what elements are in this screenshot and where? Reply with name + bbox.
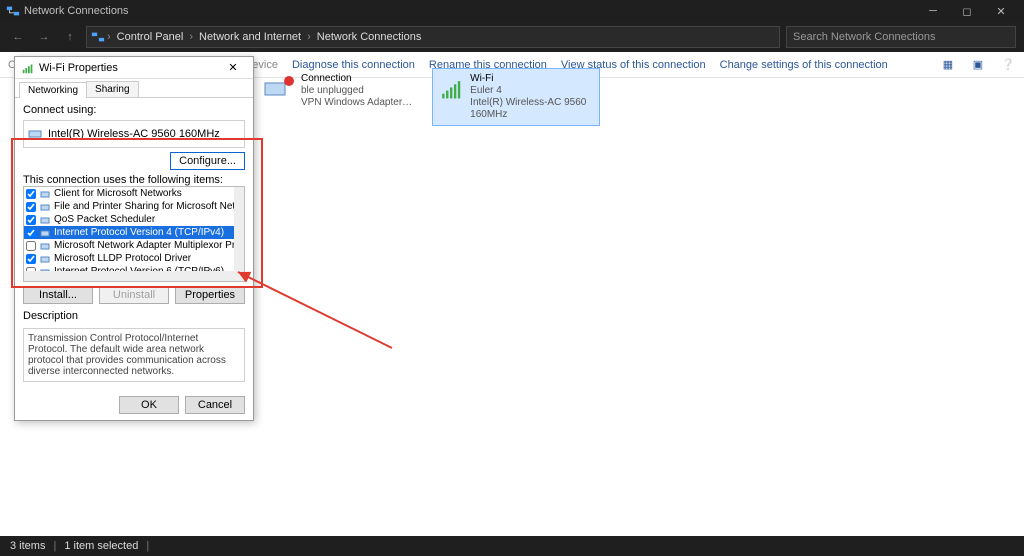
maximize-button[interactable]: ◻ (950, 0, 984, 22)
network-icon (91, 30, 105, 44)
component-label: Internet Protocol Version 4 (TCP/IPv4) (54, 226, 224, 239)
status-bar: 3 items | 1 item selected | (0, 536, 1024, 556)
ok-button[interactable]: OK (119, 396, 179, 414)
window-title: Network Connections (24, 5, 129, 17)
component-item[interactable]: Client for Microsoft Networks (24, 187, 234, 200)
properties-button[interactable]: Properties (175, 286, 245, 304)
component-item[interactable]: File and Printer Sharing for Microsoft N… (24, 200, 234, 213)
component-checkbox[interactable] (26, 254, 36, 264)
change-settings-link[interactable]: Change settings of this connection (720, 59, 888, 71)
tile-adapter: Intel(R) Wireless-AC 9560 160MHz (470, 97, 593, 121)
horizontal-scrollbar[interactable] (24, 271, 244, 281)
tile-adapter: VPN Windows Adapter… (301, 97, 412, 109)
dialog-close-button[interactable]: ✕ (219, 59, 247, 77)
connection-tile-vpn[interactable]: Connection ble unplugged VPN Windows Ada… (256, 68, 424, 126)
component-checkbox[interactable] (26, 202, 36, 212)
status-items-count: 3 items (10, 540, 45, 552)
component-icon (40, 228, 50, 238)
vertical-scrollbar[interactable] (234, 187, 244, 271)
address-bar-row: ← → ↑ › Control Panel › Network and Inte… (0, 22, 1024, 52)
component-item[interactable]: Microsoft Network Adapter Multiplexor Pr… (24, 239, 234, 252)
description-label: Description (23, 310, 245, 322)
preview-pane-icon[interactable]: ▣ (970, 57, 986, 73)
tile-title: Wi-Fi (470, 73, 593, 85)
view-options-icon[interactable]: ▦ (940, 57, 956, 73)
component-label: File and Printer Sharing for Microsoft N… (54, 200, 245, 213)
component-icon (40, 202, 50, 212)
dialog-title: Wi-Fi Properties (39, 62, 118, 74)
tile-status: Euler 4 (470, 85, 593, 97)
tile-title: Connection (301, 73, 412, 85)
uninstall-button: Uninstall (99, 286, 169, 304)
component-label: Microsoft Network Adapter Multiplexor Pr… (54, 239, 245, 252)
breadcrumb[interactable]: › Control Panel › Network and Internet ›… (86, 26, 780, 48)
back-button[interactable]: ← (8, 27, 28, 47)
adapter-icon (28, 127, 42, 141)
component-item[interactable]: QoS Packet Scheduler (24, 213, 234, 226)
component-icon (40, 254, 50, 264)
component-checkbox[interactable] (26, 228, 36, 238)
configure-button[interactable]: Configure... (170, 152, 245, 170)
breadcrumb-item[interactable]: Control Panel (113, 31, 188, 43)
component-label: QoS Packet Scheduler (54, 213, 155, 226)
items-label: This connection uses the following items… (23, 174, 245, 186)
component-checkbox[interactable] (26, 241, 36, 251)
cancel-button[interactable]: Cancel (185, 396, 245, 414)
tab-networking[interactable]: Networking (19, 82, 87, 98)
search-input[interactable]: Search Network Connections (786, 26, 1016, 48)
dialog-tabs: Networking Sharing (15, 79, 253, 98)
wifi-icon (21, 61, 35, 75)
help-icon[interactable]: ❔ (1000, 57, 1016, 73)
breadcrumb-item[interactable]: Network and Internet (195, 31, 305, 43)
wifi-properties-dialog: Wi-Fi Properties ✕ Networking Sharing Co… (14, 56, 254, 421)
component-icon (40, 241, 50, 251)
component-item[interactable]: Microsoft LLDP Protocol Driver (24, 252, 234, 265)
install-button[interactable]: Install... (23, 286, 93, 304)
dialog-titlebar[interactable]: Wi-Fi Properties ✕ (15, 57, 253, 79)
connect-using-label: Connect using: (23, 104, 245, 116)
search-placeholder: Search Network Connections (793, 31, 935, 43)
breadcrumb-item[interactable]: Network Connections (313, 31, 426, 43)
component-label: Microsoft LLDP Protocol Driver (54, 252, 191, 265)
window-titlebar: Network Connections ─ ◻ ✕ (0, 0, 1024, 22)
minimize-button[interactable]: ─ (916, 0, 950, 22)
network-icon (6, 4, 20, 18)
status-selected-count: 1 item selected (64, 540, 138, 552)
component-label: Client for Microsoft Networks (54, 187, 182, 200)
component-checkbox[interactable] (26, 215, 36, 225)
component-checkbox[interactable] (26, 189, 36, 199)
tab-sharing[interactable]: Sharing (86, 81, 138, 97)
adapter-icon (263, 73, 295, 105)
close-button[interactable]: ✕ (984, 0, 1018, 22)
up-button[interactable]: ↑ (60, 27, 80, 47)
components-listbox[interactable]: Client for Microsoft NetworksFile and Pr… (23, 186, 245, 282)
component-icon (40, 189, 50, 199)
description-text: Transmission Control Protocol/Internet P… (23, 328, 245, 382)
connection-tile-wifi[interactable]: Wi-Fi Euler 4 Intel(R) Wireless-AC 9560 … (432, 68, 600, 126)
forward-button[interactable]: → (34, 27, 54, 47)
component-icon (40, 215, 50, 225)
component-item[interactable]: Internet Protocol Version 4 (TCP/IPv4) (24, 226, 234, 239)
tile-status: ble unplugged (301, 85, 412, 97)
adapter-name: Intel(R) Wireless-AC 9560 160MHz (48, 128, 220, 140)
wifi-icon (439, 73, 464, 105)
